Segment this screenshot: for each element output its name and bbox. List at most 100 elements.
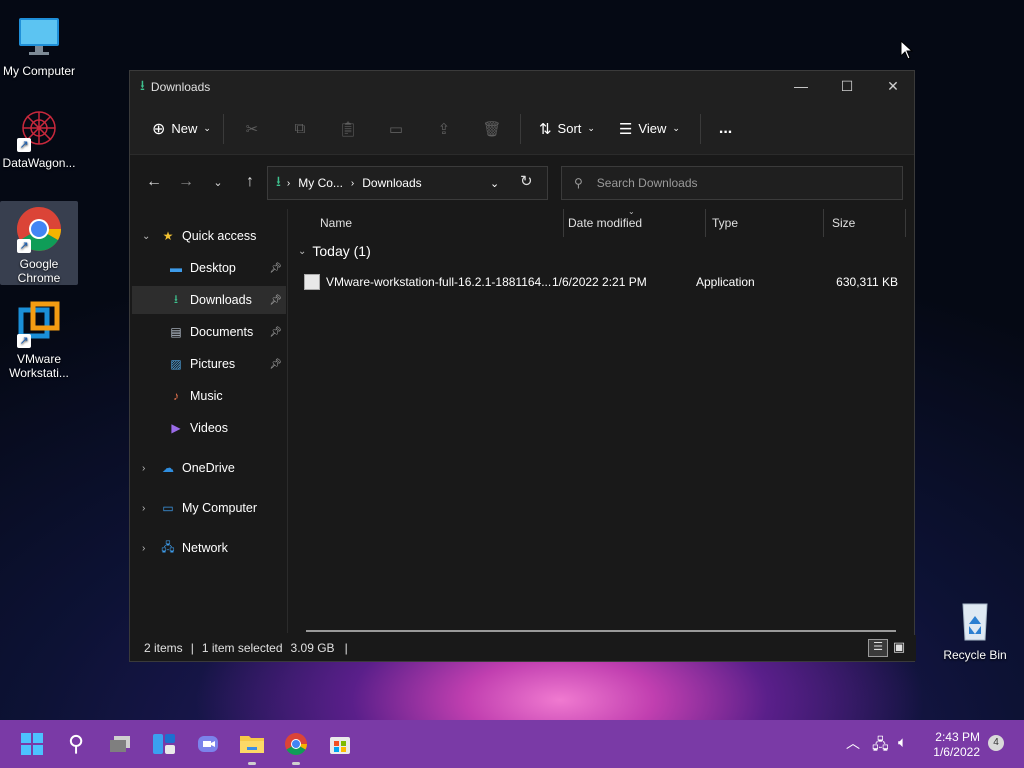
recent-locations-chevron-icon[interactable]: ⌄ <box>202 166 234 198</box>
document-icon: ▤ <box>170 325 182 339</box>
file-row[interactable]: VMware-workstation-full-16.2.1-1881164..… <box>304 271 904 293</box>
column-header-name[interactable]: Name <box>312 209 564 237</box>
minimize-button[interactable]: — <box>778 71 824 101</box>
desktop-icon-chrome[interactable]: ↗ Google Chrome <box>0 201 78 285</box>
back-arrow-icon[interactable]: ← <box>138 166 170 198</box>
copy-icon[interactable]: ⧉ <box>276 112 324 146</box>
file-list: Name Date modified ⌄ Type Size ⌄ Today (… <box>290 207 914 633</box>
sidebar-item-desktop[interactable]: ▬ Desktop 📌︎ <box>132 254 286 282</box>
desktop-icon-recycle-bin[interactable]: Recycle Bin <box>936 592 1014 662</box>
more-options-button[interactable]: ... <box>711 112 740 146</box>
horizontal-scrollbar[interactable] <box>306 630 896 632</box>
close-button[interactable]: ✕ <box>870 71 916 101</box>
chevron-down-icon: ⌄ <box>203 123 211 133</box>
desktop-icon-label: DataWagon... <box>2 156 76 170</box>
rename-icon[interactable]: ▭ <box>372 112 420 146</box>
selection-size: 3.09 GB <box>290 641 335 655</box>
share-icon[interactable]: ⇪ <box>420 112 468 146</box>
sort-button[interactable]: ⇅ Sort ⌄ <box>531 112 603 146</box>
downloads-icon: ⭳ <box>173 291 179 306</box>
list-view-icon: ☰ <box>618 120 633 138</box>
sidebar-item-pictures[interactable]: ▨ Pictures 📌︎ <box>132 350 286 378</box>
breadcrumb-separator-icon: › <box>286 177 291 189</box>
sidebar-item-documents[interactable]: ▤ Documents 📌︎ <box>132 318 286 346</box>
sidebar-item-network[interactable]: › 🖧︎ Network <box>132 534 286 562</box>
sidebar-label: Quick access <box>182 229 257 243</box>
clock[interactable]: 2:43 PM 1/6/2022 <box>933 730 980 760</box>
sidebar-item-onedrive[interactable]: › ☁ OneDrive <box>132 454 286 482</box>
star-icon: ★ <box>162 229 174 243</box>
breadcrumb-separator-icon: › <box>350 177 355 189</box>
application-icon <box>304 274 320 290</box>
music-icon: ♪ <box>173 389 179 403</box>
search-icon[interactable]: ⚲ <box>58 728 94 760</box>
running-indicator <box>248 762 256 765</box>
paste-icon[interactable]: 📋︎ <box>324 112 372 146</box>
desktop-icon-label: Google Chrome <box>17 257 61 285</box>
chevron-down-icon: ⌄ <box>672 123 680 133</box>
sidebar-item-music[interactable]: ♪ Music <box>132 382 286 410</box>
forward-arrow-icon[interactable]: → <box>170 166 202 198</box>
sidebar-item-quick-access[interactable]: ⌄ ★ Quick access <box>132 222 286 250</box>
desktop-icon-vmware[interactable]: ↗ VMware Workstati... <box>0 296 78 380</box>
notification-badge[interactable]: 4 <box>988 735 1004 751</box>
pin-icon: 📌︎ <box>269 358 282 370</box>
group-header-today[interactable]: ⌄ Today (1) <box>298 243 371 259</box>
chevron-right-icon: › <box>142 462 146 474</box>
sort-indicator-icon: ⌄ <box>628 207 635 216</box>
maximize-button[interactable]: ☐ <box>824 71 870 101</box>
desktop-icon-my-computer[interactable]: My Computer <box>0 8 78 78</box>
column-header-type[interactable]: Type <box>704 209 824 237</box>
chrome-taskbar-icon[interactable] <box>278 728 314 760</box>
cut-icon[interactable]: ✂ <box>228 112 276 146</box>
column-header-size[interactable]: Size <box>824 209 906 237</box>
chevron-down-icon: ⌄ <box>142 230 151 242</box>
volume-icon[interactable]: 🔈︎ <box>898 734 907 751</box>
store-icon[interactable] <box>322 728 358 760</box>
status-divider: | <box>190 641 194 655</box>
new-label: New <box>171 121 198 136</box>
file-type: Application <box>696 275 755 289</box>
window-title: Downloads <box>150 80 211 94</box>
sidebar-label: Network <box>182 541 228 555</box>
show-hidden-icons-chevron-icon[interactable]: ︿ <box>846 733 860 753</box>
pin-icon: 📌︎ <box>269 262 282 274</box>
sort-arrows-icon: ⇅ <box>538 120 552 138</box>
breadcrumb-downloads[interactable]: Downloads <box>362 176 421 190</box>
file-name: VMware-workstation-full-16.2.1-1881164..… <box>326 275 552 289</box>
widgets-icon[interactable] <box>146 728 182 760</box>
chrome-icon: ↗ <box>15 205 63 253</box>
up-arrow-icon[interactable]: ↑ <box>234 166 266 198</box>
desktop-icon-label: VMware Workstati... <box>9 352 69 380</box>
network-icon: 🖧︎ <box>161 539 175 554</box>
task-view-icon[interactable] <box>102 728 138 760</box>
new-button[interactable]: ⊕ New ⌄ <box>144 112 219 146</box>
desktop-icon-datawagon[interactable]: ↗ DataWagon... <box>0 100 78 170</box>
status-bar: 2 items | 1 item selected 3.09 GB | ☰ ▣ <box>130 635 916 661</box>
sidebar-label: Videos <box>190 421 228 435</box>
network-status-icon[interactable]: 🖧︎ <box>872 734 889 759</box>
sidebar-item-videos[interactable]: ▶ Videos <box>132 414 286 442</box>
clock-date: 1/6/2022 <box>933 745 980 759</box>
details-view-icon[interactable]: ☰ <box>868 639 888 657</box>
large-icons-view-icon[interactable]: ▣ <box>890 639 908 657</box>
search-box[interactable]: ⚲ Search Downloads <box>561 166 903 200</box>
sidebar-item-my-computer[interactable]: › ▭ My Computer <box>132 494 286 522</box>
start-button[interactable] <box>14 728 50 760</box>
refresh-icon[interactable]: ↻ <box>520 172 533 190</box>
delete-icon[interactable]: 🗑︎ <box>468 112 516 146</box>
breadcrumb-my-computer[interactable]: My Co... <box>298 176 343 190</box>
view-button[interactable]: ☰ View ⌄ <box>611 112 688 146</box>
pin-icon: 📌︎ <box>269 294 282 306</box>
desktop-icon-label: Recycle Bin <box>943 648 1007 662</box>
video-icon: ▶ <box>171 421 181 435</box>
teams-chat-icon[interactable] <box>190 728 226 760</box>
file-size: 630,311 KB <box>836 275 898 289</box>
clock-time: 2:43 PM <box>935 730 980 744</box>
sidebar-item-downloads[interactable]: ⭳ Downloads 📌︎ <box>132 286 286 314</box>
selection-info: 1 item selected <box>201 641 283 655</box>
address-dropdown-chevron-icon[interactable]: ⌄ <box>490 177 499 190</box>
address-bar[interactable]: ⭳ › My Co... › Downloads ⌄ <box>267 166 548 200</box>
chevron-down-icon: ⌄ <box>298 245 307 257</box>
file-explorer-taskbar-icon[interactable] <box>234 728 270 760</box>
